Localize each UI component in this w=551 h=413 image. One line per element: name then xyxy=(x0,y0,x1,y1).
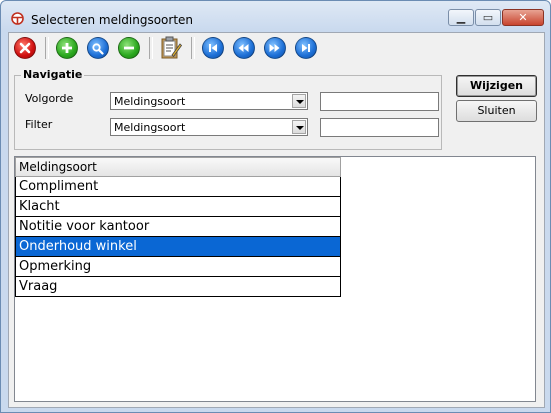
column-header-meldingsoort[interactable]: Meldingsoort xyxy=(15,157,341,177)
table-row-selected[interactable]: Onderhoud winkel xyxy=(15,237,341,257)
client-area: Navigatie Volgorde Meldingsoort Filter M… xyxy=(8,32,545,408)
next-record-icon xyxy=(263,37,286,59)
add-button[interactable] xyxy=(53,35,80,62)
filter-label: Filter xyxy=(25,118,53,131)
toolbar-separator xyxy=(149,37,153,59)
minimize-button[interactable]: ▁ xyxy=(448,9,474,26)
main-window: Selecteren meldingsoorten ▁ ▭ ✕ Navigati… xyxy=(0,0,551,413)
caption-buttons: ▁ ▭ ✕ xyxy=(447,9,544,26)
search-button[interactable] xyxy=(84,35,111,62)
table-row[interactable]: Klacht xyxy=(15,197,341,217)
last-record-button[interactable] xyxy=(292,35,319,62)
close-button[interactable]: Sluiten xyxy=(456,100,537,122)
maximize-button[interactable]: ▭ xyxy=(475,9,501,26)
close-icon: ✕ xyxy=(518,11,528,24)
delete-icon xyxy=(13,37,36,59)
filter-text-input[interactable] xyxy=(320,118,439,137)
search-icon xyxy=(86,37,109,59)
remove-icon xyxy=(117,37,140,59)
window-title: Selecteren meldingsoorten xyxy=(31,13,194,27)
grid-table: Meldingsoort Compliment Klacht Notitie v… xyxy=(15,157,341,297)
maximize-icon: ▭ xyxy=(482,11,494,24)
order-label: Volgorde xyxy=(25,92,74,105)
previous-record-button[interactable] xyxy=(230,35,257,62)
toolbar xyxy=(11,34,323,62)
table-row[interactable]: Notitie voor kantoor xyxy=(15,217,341,237)
navigation-group-label: Navigatie xyxy=(21,68,85,81)
order-select-value: Meldingsoort xyxy=(114,95,186,108)
remove-button[interactable] xyxy=(115,35,142,62)
filter-select-value: Meldingsoort xyxy=(114,121,186,134)
close-window-button[interactable]: ✕ xyxy=(502,9,544,26)
next-record-button[interactable] xyxy=(261,35,288,62)
navigation-group: Navigatie Volgorde Meldingsoort Filter M… xyxy=(14,68,442,150)
app-icon xyxy=(11,12,24,25)
table-row[interactable]: Compliment xyxy=(15,177,341,197)
clipboard-edit-icon xyxy=(161,36,182,59)
filter-select[interactable]: Meldingsoort xyxy=(110,118,308,136)
previous-record-icon xyxy=(232,37,255,59)
toolbar-separator xyxy=(191,37,195,59)
table-row[interactable]: Vraag xyxy=(15,277,341,297)
order-text-input[interactable] xyxy=(320,92,439,111)
minimize-icon: ▁ xyxy=(456,11,466,24)
toolbar-separator xyxy=(45,37,49,59)
chevron-down-icon[interactable] xyxy=(292,120,306,134)
edit-button[interactable]: Wijzigen xyxy=(456,75,537,97)
first-record-icon xyxy=(201,37,224,59)
edit-notes-button[interactable] xyxy=(157,35,184,62)
add-icon xyxy=(55,37,78,59)
chevron-down-icon[interactable] xyxy=(292,94,306,108)
last-record-icon xyxy=(294,37,317,59)
table-row[interactable]: Opmerking xyxy=(15,257,341,277)
types-grid[interactable]: Meldingsoort Compliment Klacht Notitie v… xyxy=(14,156,536,402)
order-select[interactable]: Meldingsoort xyxy=(110,92,308,110)
delete-button[interactable] xyxy=(11,35,38,62)
first-record-button[interactable] xyxy=(199,35,226,62)
